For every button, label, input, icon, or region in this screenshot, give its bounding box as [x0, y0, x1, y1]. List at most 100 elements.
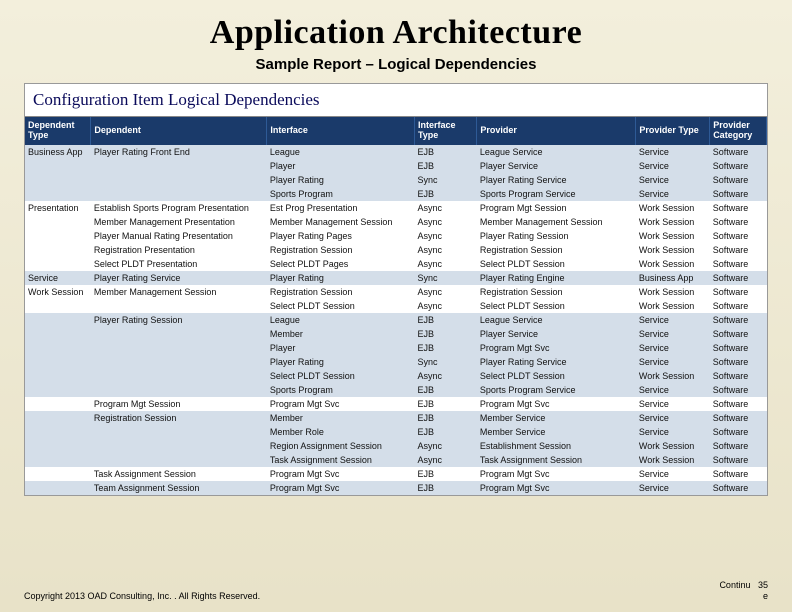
- table-cell: Software: [710, 215, 767, 229]
- table-cell: Software: [710, 341, 767, 355]
- col-dependent-type: Dependent Type: [25, 117, 91, 145]
- table-cell: Async: [414, 439, 476, 453]
- table-cell: Player Rating: [267, 173, 415, 187]
- table-cell: Registration Session: [91, 411, 267, 425]
- table-cell: EJB: [414, 145, 476, 159]
- table-cell: Est Prog Presentation: [267, 201, 415, 215]
- table-cell: Software: [710, 467, 767, 481]
- table-row: Member RoleEJBMember ServiceServiceSoftw…: [25, 425, 767, 439]
- table-cell: Service: [636, 481, 710, 495]
- table-row: Registration PresentationRegistration Se…: [25, 243, 767, 257]
- table-cell: Software: [710, 397, 767, 411]
- table-body: Business AppPlayer Rating Front EndLeagu…: [25, 145, 767, 495]
- table-row: Task Assignment SessionProgram Mgt SvcEJ…: [25, 467, 767, 481]
- table-cell: Program Mgt Svc: [267, 481, 415, 495]
- dependencies-table: Dependent Type Dependent Interface Inter…: [25, 117, 767, 495]
- table-cell: Service: [636, 425, 710, 439]
- table-cell: Player: [267, 341, 415, 355]
- table-cell: [91, 299, 267, 313]
- table-cell: Work Session: [636, 369, 710, 383]
- continue-label: Continu: [719, 580, 750, 590]
- table-cell: [25, 229, 91, 243]
- table-cell: Work Session: [636, 453, 710, 467]
- table-cell: Sync: [414, 173, 476, 187]
- table-cell: [25, 439, 91, 453]
- table-cell: Work Session: [636, 229, 710, 243]
- table-cell: Sports Program: [267, 383, 415, 397]
- table-row: PlayerEJBPlayer ServiceServiceSoftware: [25, 159, 767, 173]
- table-cell: Member Management Session: [267, 215, 415, 229]
- table-cell: [25, 159, 91, 173]
- table-cell: Player: [267, 159, 415, 173]
- table-cell: Program Mgt Svc: [267, 397, 415, 411]
- slide-number: 35: [758, 580, 768, 590]
- table-row: Region Assignment SessionAsyncEstablishm…: [25, 439, 767, 453]
- table-cell: Software: [710, 425, 767, 439]
- table-cell: Async: [414, 229, 476, 243]
- table-cell: Software: [710, 453, 767, 467]
- table-cell: Async: [414, 257, 476, 271]
- table-cell: [25, 257, 91, 271]
- table-cell: Player Rating Service: [91, 271, 267, 285]
- table-cell: EJB: [414, 467, 476, 481]
- table-cell: Program Mgt Svc: [477, 467, 636, 481]
- table-row: Select PLDT PresentationSelect PLDT Page…: [25, 257, 767, 271]
- table-cell: Business App: [636, 271, 710, 285]
- table-cell: [25, 299, 91, 313]
- table-cell: Service: [636, 355, 710, 369]
- table-cell: Player Manual Rating Presentation: [91, 229, 267, 243]
- table-cell: League: [267, 145, 415, 159]
- table-cell: Task Assignment Session: [477, 453, 636, 467]
- table-cell: Program Mgt Svc: [267, 467, 415, 481]
- table-cell: Registration Session: [477, 285, 636, 299]
- table-cell: Service: [636, 397, 710, 411]
- table-cell: Work Session: [25, 285, 91, 299]
- table-cell: Software: [710, 271, 767, 285]
- table-cell: Program Mgt Svc: [477, 341, 636, 355]
- table-cell: Registration Session: [477, 243, 636, 257]
- footer-right: Continu 35 e: [719, 580, 768, 602]
- page-subtitle: Sample Report – Logical Dependencies: [0, 56, 792, 73]
- col-provider-category: Provider Category: [710, 117, 767, 145]
- table-cell: [25, 481, 91, 495]
- table-cell: Async: [414, 369, 476, 383]
- table-cell: [91, 187, 267, 201]
- table-cell: Work Session: [636, 257, 710, 271]
- table-cell: [25, 243, 91, 257]
- table-row: PresentationEstablish Sports Program Pre…: [25, 201, 767, 215]
- table-cell: Program Mgt Svc: [477, 481, 636, 495]
- table-cell: [25, 383, 91, 397]
- table-row: Program Mgt SessionProgram Mgt SvcEJBPro…: [25, 397, 767, 411]
- table-cell: Select PLDT Session: [267, 369, 415, 383]
- table-cell: Async: [414, 201, 476, 215]
- table-cell: Player Rating Session: [477, 229, 636, 243]
- table-cell: Member Service: [477, 411, 636, 425]
- table-cell: Service: [636, 327, 710, 341]
- table-row: PlayerEJBProgram Mgt SvcServiceSoftware: [25, 341, 767, 355]
- table-cell: EJB: [414, 397, 476, 411]
- table-cell: Service: [636, 341, 710, 355]
- table-cell: EJB: [414, 425, 476, 439]
- table-cell: Establish Sports Program Presentation: [91, 201, 267, 215]
- table-cell: Business App: [25, 145, 91, 159]
- table-cell: [25, 467, 91, 481]
- table-cell: Software: [710, 299, 767, 313]
- report-container: Configuration Item Logical Dependencies …: [24, 83, 768, 496]
- table-cell: Sports Program Service: [477, 383, 636, 397]
- table-cell: Software: [710, 201, 767, 215]
- table-row: Player Rating SessionLeagueEJBLeague Ser…: [25, 313, 767, 327]
- table-cell: Service: [636, 467, 710, 481]
- table-cell: Software: [710, 187, 767, 201]
- table-row: MemberEJBPlayer ServiceServiceSoftware: [25, 327, 767, 341]
- col-interface-type: Interface Type: [414, 117, 476, 145]
- table-cell: Software: [710, 481, 767, 495]
- table-cell: Service: [636, 173, 710, 187]
- table-cell: Player Service: [477, 327, 636, 341]
- table-cell: Program Mgt Svc: [477, 397, 636, 411]
- table-row: Player RatingSyncPlayer Rating ServiceSe…: [25, 355, 767, 369]
- table-cell: Software: [710, 229, 767, 243]
- table-cell: [25, 411, 91, 425]
- table-cell: [91, 439, 267, 453]
- table-cell: Sync: [414, 271, 476, 285]
- col-provider-type: Provider Type: [636, 117, 710, 145]
